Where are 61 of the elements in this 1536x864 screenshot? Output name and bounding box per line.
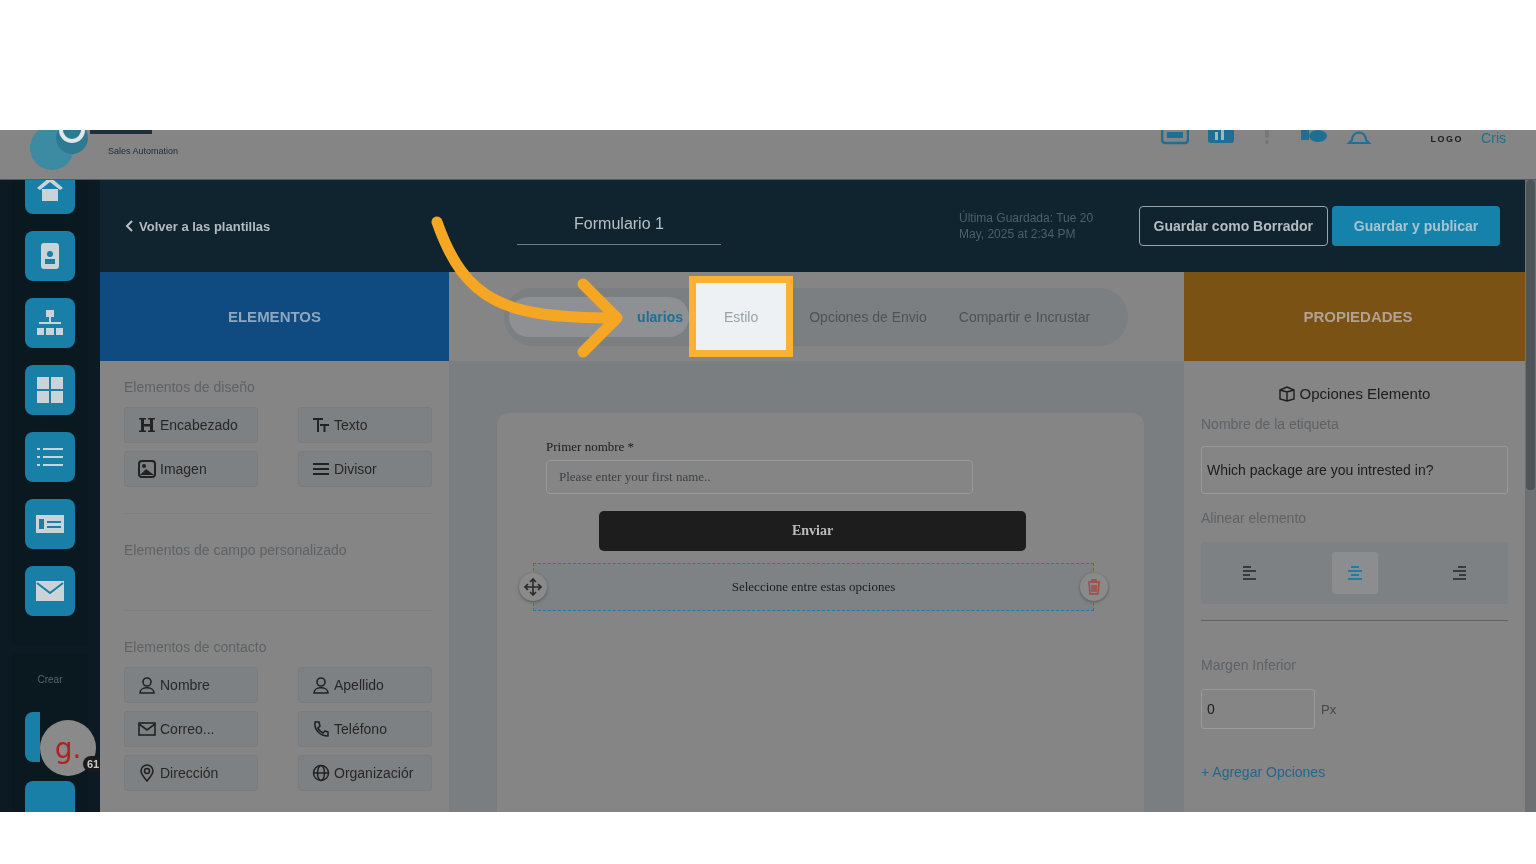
delete-button[interactable] [1080,573,1108,601]
draft-button[interactable]: Guardar como Borrador [1138,206,1328,246]
element-button[interactable]: Imagen [124,451,258,487]
invoice-nav-button[interactable] [25,499,75,549]
trash-icon [1087,579,1101,595]
grid-nav-button[interactable] [25,365,75,415]
submit-button[interactable]: Enviar [599,511,1026,551]
contact-nav-button[interactable] [25,231,75,281]
first-name-field[interactable]: Please enter your first name.. [546,460,973,494]
chart-icon[interactable] [1206,130,1235,146]
move-icon [524,578,542,596]
phone-icon [312,720,330,738]
element-button[interactable]: Texto [298,407,432,443]
align-center-icon [1346,565,1363,581]
brand-tagline: Sales Automation [108,146,179,156]
element-button[interactable]: Organizaciór [298,755,432,791]
element-button[interactable]: Teléfono [298,711,432,747]
org-icon [35,308,65,338]
field-label: Primer nombre * [546,439,636,455]
heading-icon [138,416,156,434]
notification-badge: 61 [83,756,100,772]
move-handle[interactable] [519,573,547,601]
label-name-field[interactable]: Which package are you intrested in? [1201,446,1508,494]
tab[interactable]: Estilo [689,276,794,357]
scrollbar[interactable] [1525,180,1536,812]
mail-nav-button[interactable] [25,566,75,616]
section-title: Opciones Elemento [1299,385,1431,402]
home-icon [35,180,65,204]
text-icon [312,416,330,434]
list-nav-button[interactable] [25,432,75,482]
person-icon [138,676,156,694]
element-button[interactable]: Encabezado [124,407,258,443]
align-left-icon [1242,565,1258,581]
image-icon [138,460,156,478]
create-label: Crear [37,674,63,685]
divider-icon [312,460,330,478]
mail-icon [138,720,156,738]
block-text: Seleccione entre estas opciones [731,579,896,595]
element-button[interactable]: Nombre [124,667,258,703]
publish-button[interactable]: Guardar y publicar [1332,206,1500,246]
person-icon [312,676,330,694]
globe-icon [312,764,330,782]
element-button[interactable]: Dirección [124,755,258,791]
logo-badge[interactable]: LOGO [1430,134,1464,144]
last-saved-text: Última Guardada: Tue 20 May, 2025 at 2:34 PM [959,210,1095,242]
box-icon [1278,385,1295,402]
element-button[interactable]: Apellido [298,667,432,703]
chevron-left-icon [124,219,134,233]
pin-icon [138,764,156,782]
form-name-field[interactable]: Formulario 1 [517,207,721,245]
element-button[interactable]: Divisor [298,451,432,487]
elements-header: ELEMENTOS [100,272,449,361]
org-nav-button[interactable] [25,298,75,348]
scrollbar-thumb[interactable] [1526,180,1535,490]
grid-icon [35,375,65,405]
element-button[interactable]: Correo... [124,711,258,747]
back-link[interactable]: Volver a las plantillas [124,218,424,234]
unit-text: Px [1321,701,1337,717]
margin-field[interactable]: 0 [1201,689,1315,729]
chat-nav-button[interactable] [25,712,40,762]
align-right-icon [1451,565,1467,581]
